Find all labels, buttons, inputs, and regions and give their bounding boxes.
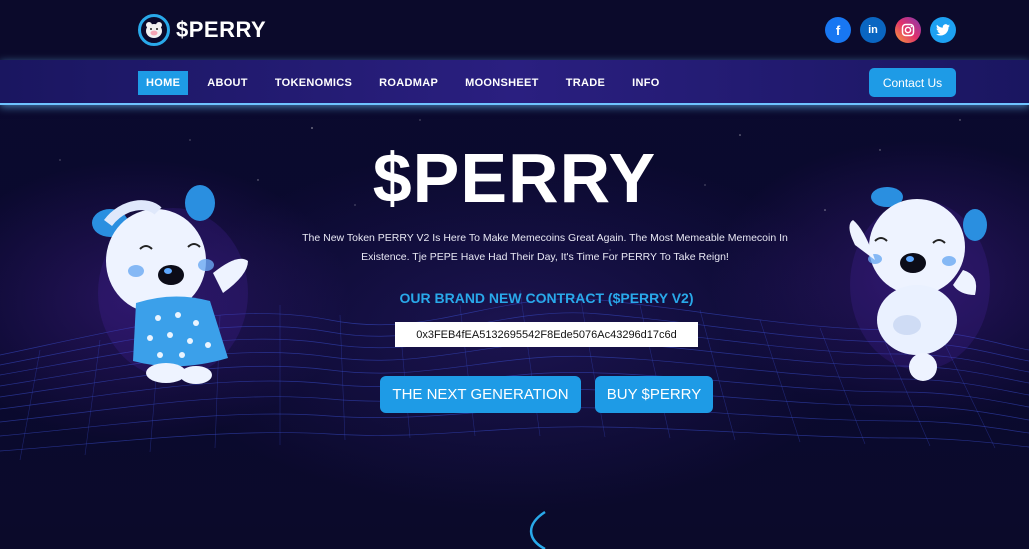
nav-item-info[interactable]: INFO	[624, 71, 667, 95]
nav-item-moonsheet[interactable]: MOONSHEET	[457, 71, 547, 95]
twitter-icon[interactable]	[930, 17, 956, 43]
main-nav: HOME ABOUT TOKENOMICS ROADMAP MOONSHEET …	[138, 71, 679, 95]
hero-description: The New Token PERRY V2 Is Here To Make M…	[280, 229, 810, 267]
logo[interactable]: $PERRY	[138, 14, 266, 46]
facebook-icon[interactable]: f	[825, 17, 851, 43]
page: $PERRY f in HOME ABOUT TOKENOMICS ROADMA…	[0, 0, 1029, 549]
contract-address[interactable]: 0x3FEB4fEA5132695542F8Ede5076Ac43296d17c…	[395, 322, 698, 347]
contract-heading: OUR BRAND NEW CONTRACT ($PERRY V2)	[399, 290, 694, 306]
nav-bar: HOME ABOUT TOKENOMICS ROADMAP MOONSHEET …	[0, 60, 1029, 105]
pig-face-icon	[138, 14, 170, 46]
next-generation-button[interactable]: THE NEXT GENERATION	[380, 376, 581, 413]
nav-item-tokenomics[interactable]: TOKENOMICS	[267, 71, 360, 95]
nav-item-roadmap[interactable]: ROADMAP	[371, 71, 446, 95]
nav-item-about[interactable]: ABOUT	[199, 71, 256, 95]
instagram-icon[interactable]	[895, 17, 921, 43]
buy-perry-button[interactable]: BUY $PERRY	[595, 376, 713, 413]
nav-item-trade[interactable]: TRADE	[558, 71, 613, 95]
logo-text: $PERRY	[176, 17, 267, 42]
linkedin-icon[interactable]: in	[860, 17, 886, 43]
nav-item-home[interactable]: HOME	[138, 71, 189, 95]
contact-us-button[interactable]: Contact Us	[869, 68, 956, 97]
hero-title: $PERRY	[372, 139, 657, 217]
social-links: f in	[825, 17, 956, 43]
top-bar: $PERRY f in	[0, 0, 1029, 60]
hero-description-line-2: Existence. Tje PEPE Have Had Their Day, …	[361, 251, 729, 263]
hero-description-line-1: The New Token PERRY V2 Is Here To Make M…	[302, 232, 788, 244]
